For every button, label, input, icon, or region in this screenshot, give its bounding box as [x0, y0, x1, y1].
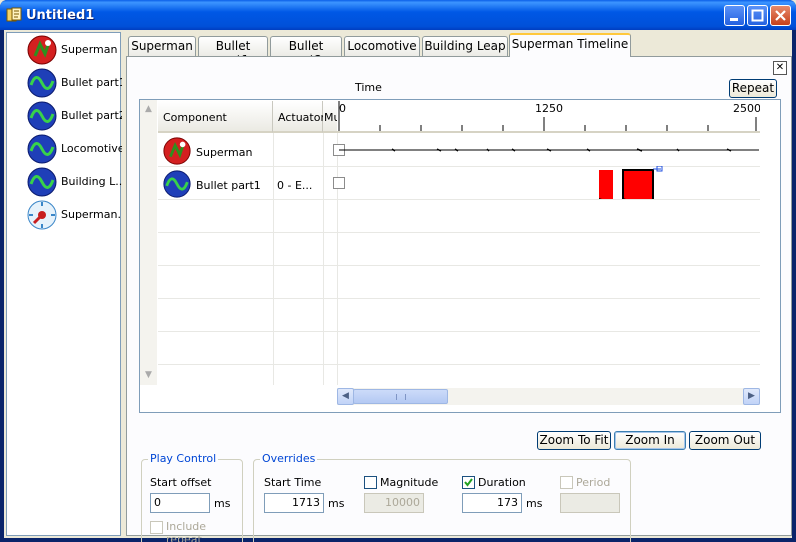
tab-strip: Superman Bullet part1 Bullet part2 Locom… — [126, 33, 792, 67]
period-checkbox[interactable] — [560, 476, 573, 489]
list-item[interactable]: Building L... — [9, 165, 126, 197]
grid-line — [158, 199, 760, 200]
column-header-component[interactable]: Component — [158, 101, 273, 133]
event-block-a — [599, 170, 613, 199]
thumb-grip-icon — [396, 394, 406, 400]
play-control-group: Play Control Start offset 0 ms Include r… — [141, 452, 243, 542]
duration-input[interactable]: 173 — [462, 493, 522, 513]
tab-bullet-part1[interactable]: Bullet part1 — [198, 36, 268, 67]
start-offset-unit: ms — [214, 497, 231, 510]
list-item-label: Superman — [61, 43, 118, 56]
component-list[interactable]: Superman Bullet part1 Bullet part2 Locom… — [6, 32, 128, 536]
start-time-unit: ms — [328, 497, 345, 510]
timeline-icon — [27, 200, 57, 230]
row-component-name: Bullet part1 — [196, 179, 261, 192]
list-item-label: Superman... — [61, 208, 128, 221]
duration-unit: ms — [526, 497, 543, 510]
start-time-input[interactable]: 1713 — [264, 493, 324, 513]
row-component-name: Superman — [196, 146, 253, 159]
list-item-label: Bullet part2 — [61, 109, 126, 122]
list-item-label: Building L... — [61, 175, 126, 188]
list-item-label: Bullet part1 — [61, 76, 126, 89]
horizontal-scrollbar[interactable]: ◀ ▶ — [337, 388, 760, 405]
start-time-label: Start Time — [264, 476, 322, 489]
superman-track — [339, 148, 759, 152]
period-input[interactable] — [560, 493, 620, 513]
wave-icon — [27, 167, 57, 197]
repeat-button[interactable]: Repeat — [729, 79, 777, 98]
scroll-thumb[interactable] — [353, 389, 448, 404]
scroll-left-icon[interactable]: ◀ — [337, 388, 354, 405]
magnitude-checkbox[interactable] — [364, 476, 377, 489]
zoom-to-fit-button[interactable]: Zoom To Fit — [537, 431, 611, 450]
grid-line — [273, 133, 274, 385]
wave-icon — [163, 170, 191, 198]
superman-icon — [27, 35, 57, 65]
wave-icon — [27, 68, 57, 98]
event-block-b — [622, 169, 654, 199]
grid-line — [158, 364, 760, 365]
app-icon — [6, 7, 22, 22]
ruler-ticks — [338, 101, 757, 131]
include-repeat-label: Include repeat events — [166, 520, 207, 542]
list-item[interactable]: Superman — [9, 33, 119, 65]
list-item[interactable]: Bullet part2 — [9, 99, 126, 131]
list-item[interactable]: Locomotive — [9, 132, 125, 164]
grid-line — [158, 331, 760, 332]
row-actuator: 0 - E... — [277, 179, 313, 192]
client-area: Superman Bullet part1 Bullet part2 Locom… — [4, 30, 792, 542]
window-title: Untitled1 — [26, 8, 95, 23]
start-offset-input[interactable]: 0 — [150, 493, 210, 513]
bullet-track — [599, 166, 663, 199]
tab-bullet-part2[interactable]: Bullet part2 — [270, 36, 342, 67]
time-label: Time — [355, 81, 382, 94]
tab-superman[interactable]: Superman — [128, 36, 196, 56]
grid-line — [158, 298, 760, 299]
include-repeat-checkbox[interactable] — [150, 521, 163, 534]
maximize-button[interactable] — [747, 5, 768, 26]
scroll-down-icon[interactable]: ▼ — [141, 368, 156, 383]
superman-icon — [163, 137, 191, 165]
close-icon — [775, 10, 786, 21]
magnitude-label: Magnitude — [380, 476, 439, 489]
vertical-scrollbar[interactable]: ▲ ▼ — [140, 100, 157, 385]
close-button[interactable] — [770, 5, 791, 26]
play-control-title: Play Control — [148, 452, 219, 465]
check-icon — [464, 478, 473, 487]
zoom-out-button[interactable]: Zoom Out — [689, 431, 761, 450]
duration-checkbox[interactable] — [462, 476, 475, 489]
minimize-icon — [730, 18, 738, 21]
column-header-actuator[interactable]: Actuator — [273, 101, 325, 133]
close-timeline-button[interactable]: ✕ — [773, 61, 787, 75]
duration-label: Duration — [478, 476, 526, 489]
tab-locomotive[interactable]: Locomotive — [344, 36, 420, 56]
title-bar[interactable]: Untitled1 — [0, 0, 796, 30]
overrides-group: Overrides Start Time 1713 ms Magnitude 1… — [253, 452, 631, 542]
magnitude-input[interactable]: 10000 — [364, 493, 424, 513]
start-offset-label: Start offset — [150, 476, 212, 489]
period-label: Period — [576, 476, 611, 489]
tab-building-leap[interactable]: Building Leap — [422, 36, 508, 56]
timeline-grid[interactable]: ▲ ▼ Component Actuator Mute 0 1250 2500 — [139, 99, 781, 413]
scroll-up-icon[interactable]: ▲ — [141, 102, 156, 117]
wave-icon — [27, 134, 57, 164]
zoom-in-button[interactable]: Zoom In — [614, 431, 686, 450]
wave-icon — [27, 101, 57, 131]
scroll-right-icon[interactable]: ▶ — [743, 388, 760, 405]
grid-line — [158, 232, 760, 233]
minimize-button[interactable] — [724, 5, 745, 26]
app-window: Untitled1 Superman Bullet part1 Bullet p… — [0, 0, 796, 542]
grid-line — [158, 265, 760, 266]
time-ruler: 0 1250 2500 — [337, 101, 760, 133]
list-item[interactable]: Bullet part1 — [9, 66, 126, 98]
grid-line — [323, 133, 324, 385]
overrides-title: Overrides — [260, 452, 318, 465]
list-item-label: Locomotive — [61, 142, 125, 155]
list-item[interactable]: Superman... — [9, 198, 128, 230]
timeline-page: ✕ Repeat Time ▲ ▼ Component Actuator Mut… — [126, 56, 792, 542]
tab-superman-timeline[interactable]: Superman Timeline — [509, 33, 631, 57]
maximize-icon — [751, 9, 764, 22]
